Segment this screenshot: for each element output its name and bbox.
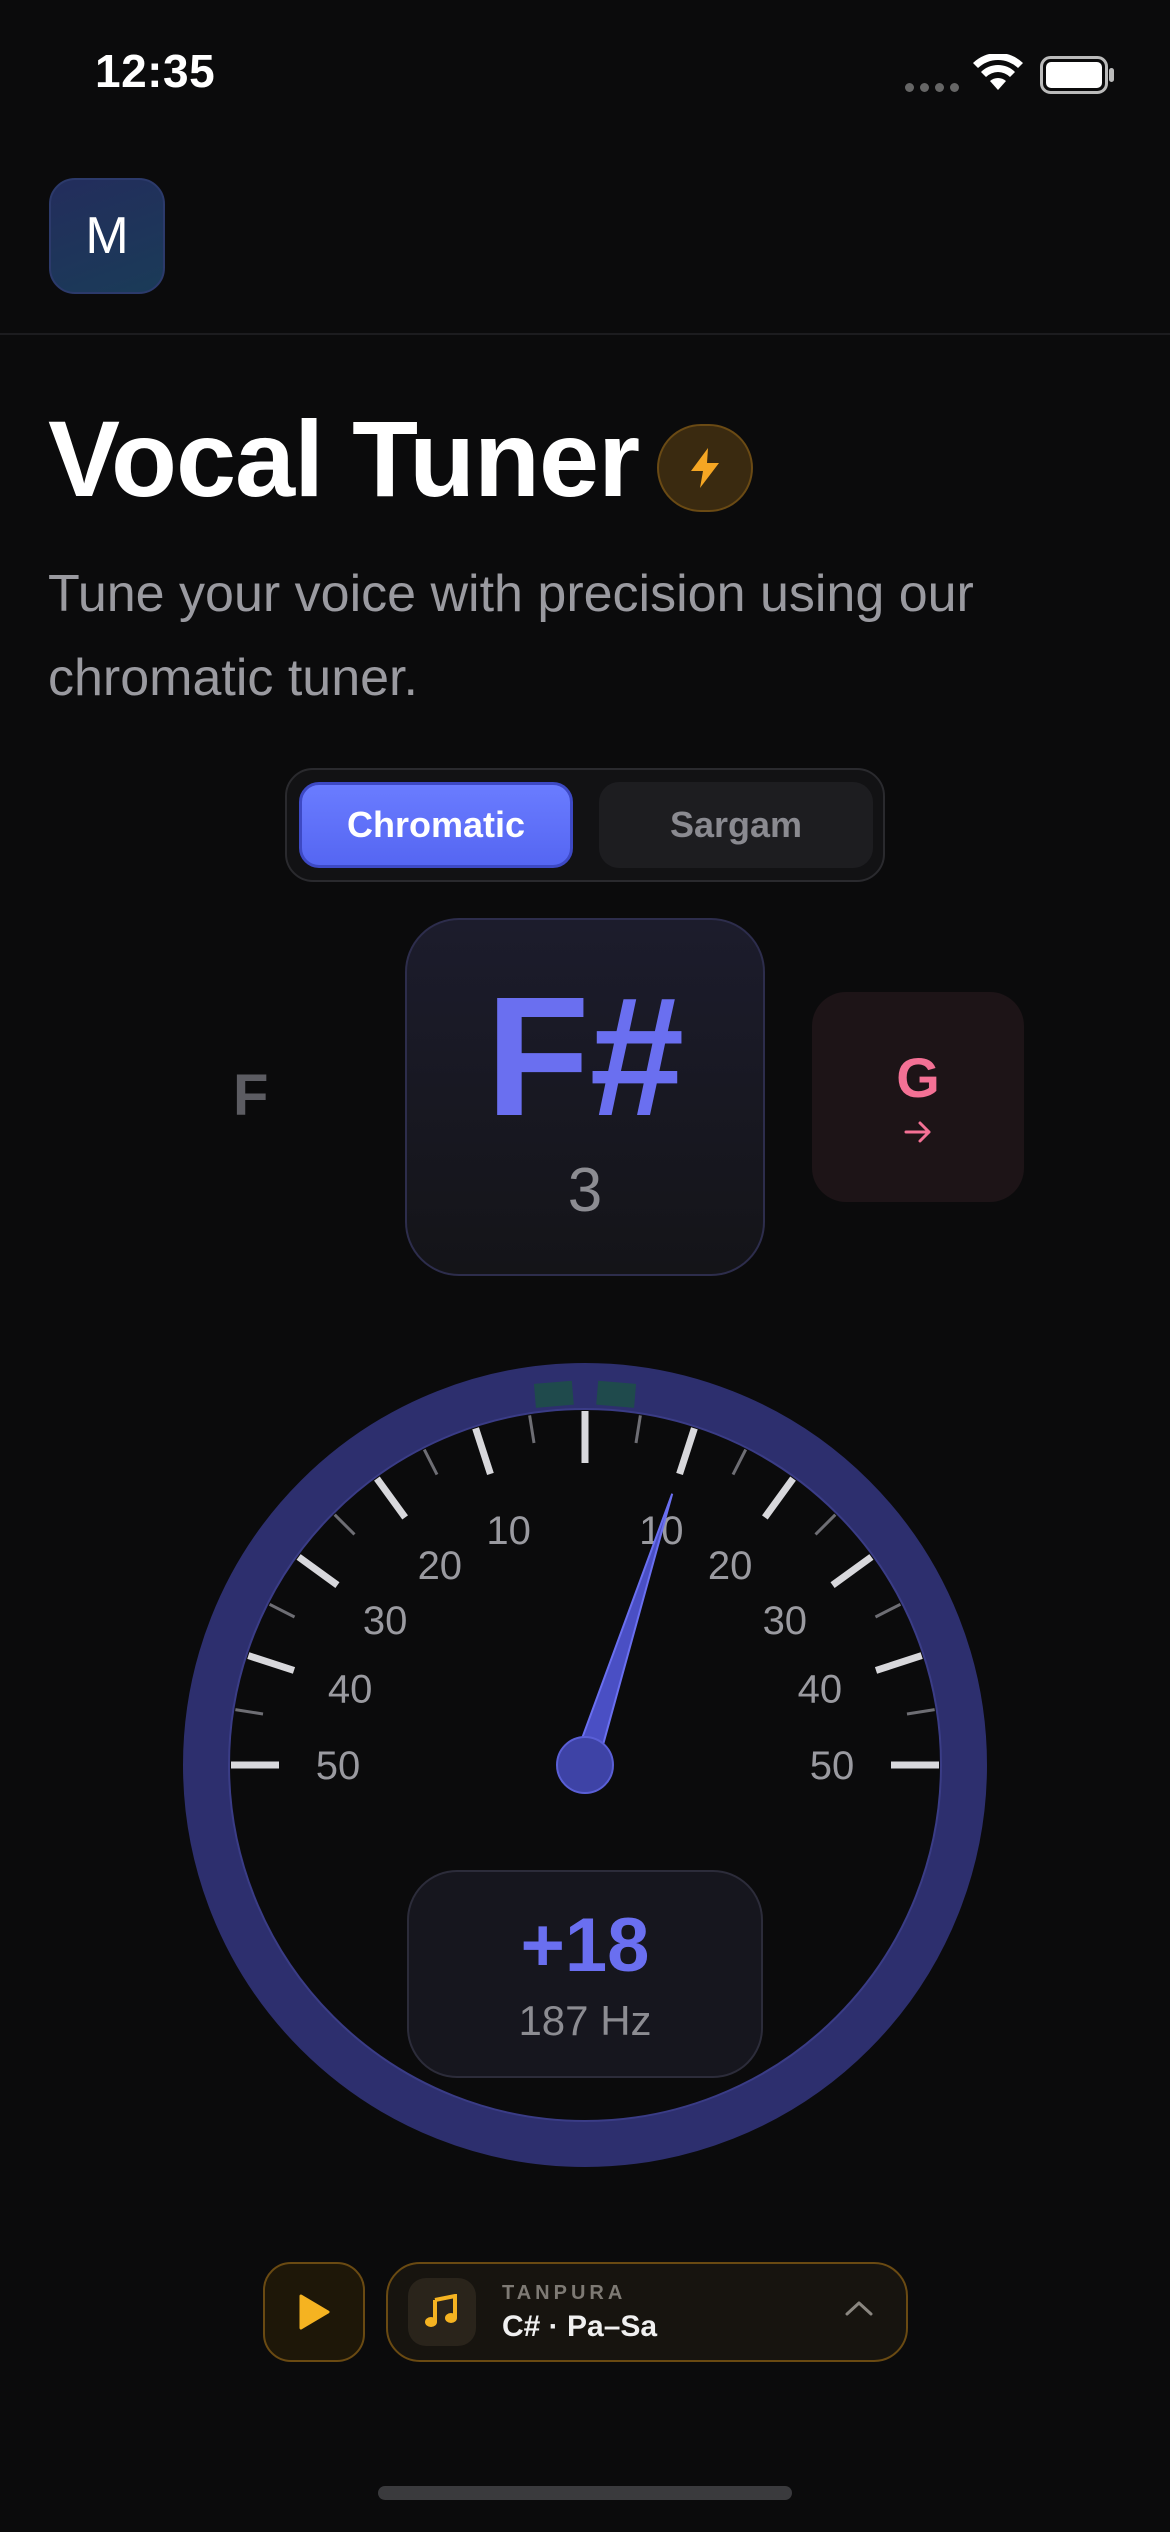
mode-toggle: Chromatic Sargam: [285, 768, 885, 882]
gauge-label-left-50: 50: [316, 1744, 361, 1788]
page-title: Vocal Tuner: [48, 398, 640, 519]
gauge-label-right-20: 20: [708, 1544, 753, 1588]
app-avatar[interactable]: M: [49, 178, 165, 294]
previous-note: F: [233, 1063, 269, 1128]
in-tune-marker-left: [533, 1380, 574, 1408]
wifi-icon: [973, 54, 1023, 90]
cents-readout-card: +18 187 Hz: [407, 1870, 763, 2078]
in-tune-marker-right: [596, 1380, 637, 1408]
home-indicator: [378, 2486, 792, 2500]
music-note-icon-box: [408, 2278, 476, 2346]
tanpura-selector[interactable]: TANPURA C# · Pa–Sa: [386, 2262, 908, 2362]
signal-dots-icon: [905, 83, 959, 92]
gauge-label-left-10: 10: [486, 1509, 531, 1553]
play-icon: [299, 2294, 330, 2330]
needle-hub: [556, 1736, 614, 1794]
status-time: 12:35: [95, 45, 216, 97]
next-note-card[interactable]: G: [812, 992, 1024, 1202]
gauge-label-left-40: 40: [328, 1668, 373, 1712]
play-button[interactable]: [263, 2262, 365, 2362]
gauge-label-right-50: 50: [810, 1744, 855, 1788]
gauge-label-left-20: 20: [418, 1544, 463, 1588]
gauge-label-right-40: 40: [798, 1668, 843, 1712]
arrow-right-icon: [904, 1121, 931, 1143]
mode-chromatic-button[interactable]: Chromatic: [299, 782, 573, 868]
lightning-icon: [691, 448, 719, 488]
current-octave: 3: [567, 1156, 603, 1225]
mode-sargam-button[interactable]: Sargam: [599, 782, 873, 868]
lightning-badge[interactable]: [657, 424, 753, 512]
gauge-label-right-30: 30: [763, 1599, 808, 1643]
header-divider: [0, 333, 1170, 335]
current-note: F#: [485, 962, 685, 1152]
chevron-up-icon: [845, 2301, 873, 2316]
battery-icon: [1040, 56, 1114, 94]
frequency-value: 187 Hz: [518, 1997, 652, 2044]
tanpura-setting: C# · Pa–Sa: [502, 2310, 658, 2343]
music-note-icon: [425, 2294, 457, 2327]
page-subtitle: Tune your voice with precision using our…: [48, 565, 974, 707]
tanpura-label: TANPURA: [502, 2282, 627, 2304]
next-note: G: [896, 1046, 940, 1109]
cents-value: +18: [520, 1903, 650, 1988]
gauge-label-left-30: 30: [363, 1599, 408, 1643]
current-note-card: F# 3: [405, 918, 765, 1276]
